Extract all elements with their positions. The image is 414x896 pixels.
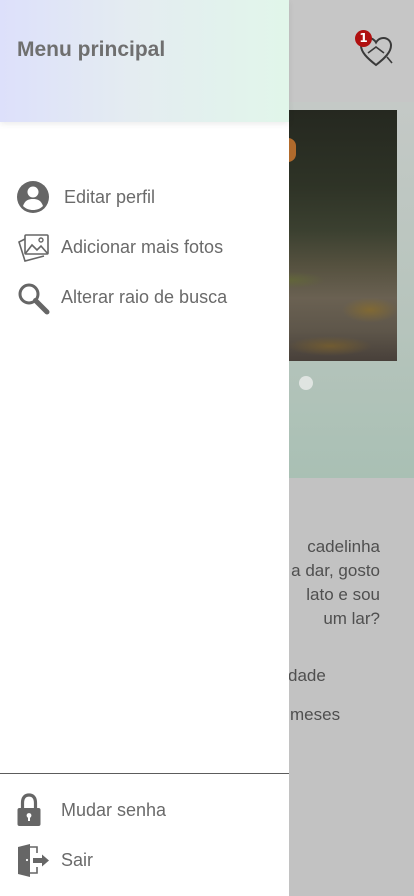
menu-item-edit-profile[interactable]: Editar perfil [0,175,289,219]
menu-item-label: Adicionar mais fotos [61,237,224,257]
menu-item-label: Alterar raio de busca [61,287,228,307]
menu-item-search-radius[interactable]: Alterar raio de busca [0,275,289,319]
photos-icon [16,229,52,265]
profile-info-line: meses [290,705,341,724]
profile-info-line: dade [288,666,326,685]
menu-item-label: Sair [61,850,94,870]
menu-item-change-password[interactable]: Mudar senha [0,788,289,832]
carousel-dot[interactable] [299,376,313,390]
menu-item-add-photos[interactable]: Adicionar mais fotos [0,225,289,269]
notification-badge: 1 [355,30,372,47]
drawer-title: Menu principal [17,38,166,61]
user-circle-icon [16,179,52,215]
menu-item-logout[interactable]: Sair [0,838,289,882]
drawer-header: Menu principal [0,0,289,122]
drawer-divider [0,773,289,774]
menu-item-label: Mudar senha [61,800,167,820]
lock-icon [16,792,52,828]
exit-door-icon [16,842,52,878]
menu-item-label: Editar perfil [64,187,156,207]
navigation-drawer: Menu principal Editar perfil Adicionar m… [0,0,289,896]
search-icon [16,279,52,315]
